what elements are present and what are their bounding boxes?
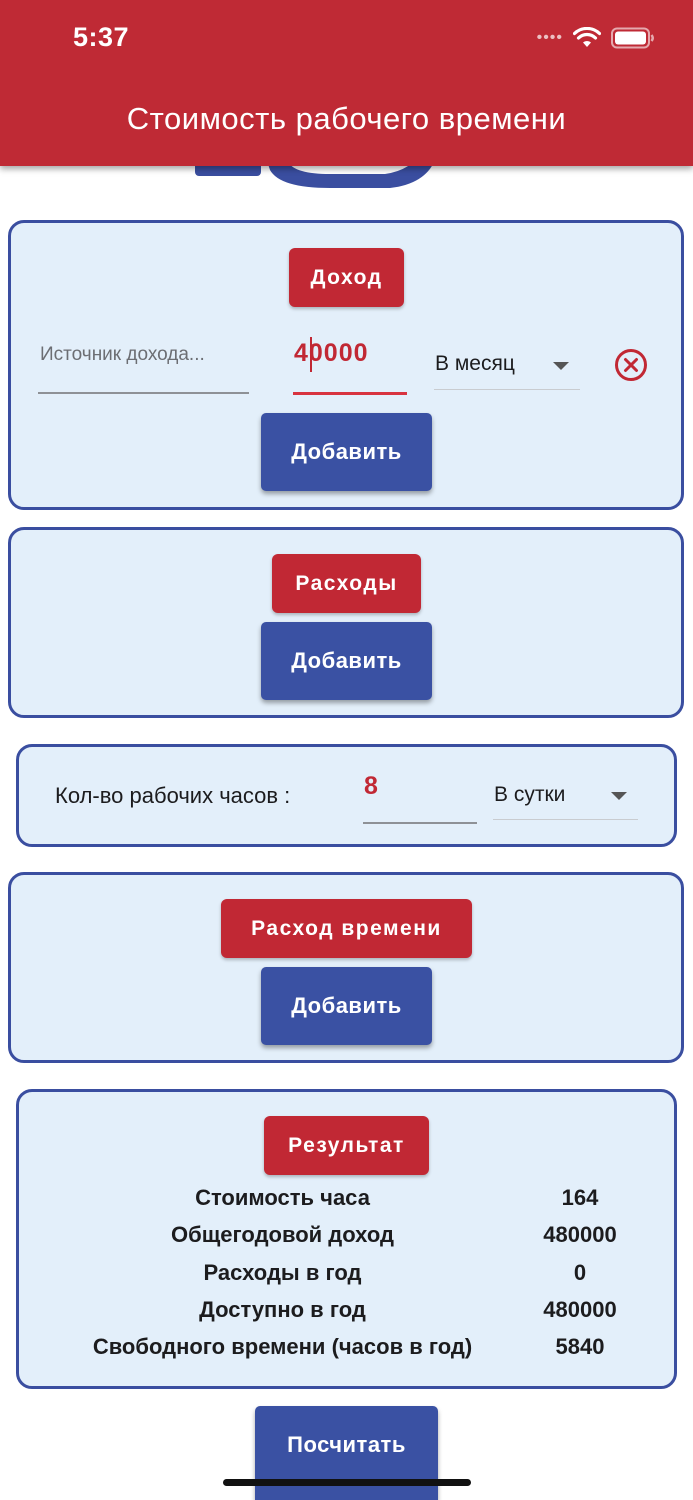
working-hours-label: Кол-во рабочих часов :	[55, 783, 291, 808]
page-title: Стоимость рабочего времени	[126, 101, 567, 136]
time-expense-title: Расход времени	[221, 899, 472, 958]
working-hours-input[interactable]: 8	[364, 772, 464, 801]
result-value-hour-cost: 164	[561, 1185, 599, 1210]
chevron-down-icon[interactable]	[553, 362, 569, 370]
result-label-available: Доступно в год	[199, 1297, 366, 1322]
hours-period-underline	[493, 819, 638, 820]
result-label-annual-income: Общегодовой доход	[171, 1222, 394, 1247]
result-label-annual-expenses: Расходы в год	[203, 1260, 362, 1285]
chevron-down-icon[interactable]	[611, 792, 627, 800]
app-screen: 5:37 •••• Стоимость рабочего времени Дох…	[0, 0, 693, 1500]
wifi-icon	[573, 27, 601, 47]
working-hours-underline	[363, 822, 477, 824]
expenses-title: Расходы	[272, 554, 421, 613]
result-title: Результат	[264, 1116, 429, 1175]
battery-icon	[611, 27, 654, 49]
hours-period-select[interactable]: В сутки	[494, 783, 604, 807]
add-income-button[interactable]: Добавить	[261, 413, 432, 491]
result-label-free-time: Свободного времени (часов в год)	[92, 1334, 473, 1359]
status-time: 5:37	[73, 22, 130, 52]
text-caret	[310, 337, 312, 372]
home-indicator[interactable]	[223, 1479, 471, 1486]
app-bar: 5:37 •••• Стоимость рабочего времени	[0, 0, 693, 166]
income-period-underline	[434, 389, 580, 390]
income-amount-underline	[293, 392, 407, 395]
result-value-annual-income: 480000	[543, 1222, 617, 1247]
income-period-select[interactable]: В месяц	[435, 352, 555, 376]
add-time-expense-button[interactable]: Добавить	[261, 967, 432, 1045]
income-source-underline	[38, 392, 249, 394]
income-title: Доход	[289, 248, 404, 307]
remove-income-icon[interactable]	[614, 348, 648, 382]
result-value-available: 480000	[543, 1297, 617, 1322]
add-expense-button[interactable]: Добавить	[261, 622, 432, 700]
result-label-hour-cost: Стоимость часа	[195, 1185, 370, 1210]
income-source-input[interactable]: Источник дохода...	[40, 344, 250, 366]
status-icons: ••••	[537, 26, 655, 50]
result-value-annual-expenses: 0	[573, 1260, 587, 1285]
result-value-free-time: 5840	[555, 1334, 605, 1359]
cellular-signal-icon: ••••	[536, 29, 563, 46]
